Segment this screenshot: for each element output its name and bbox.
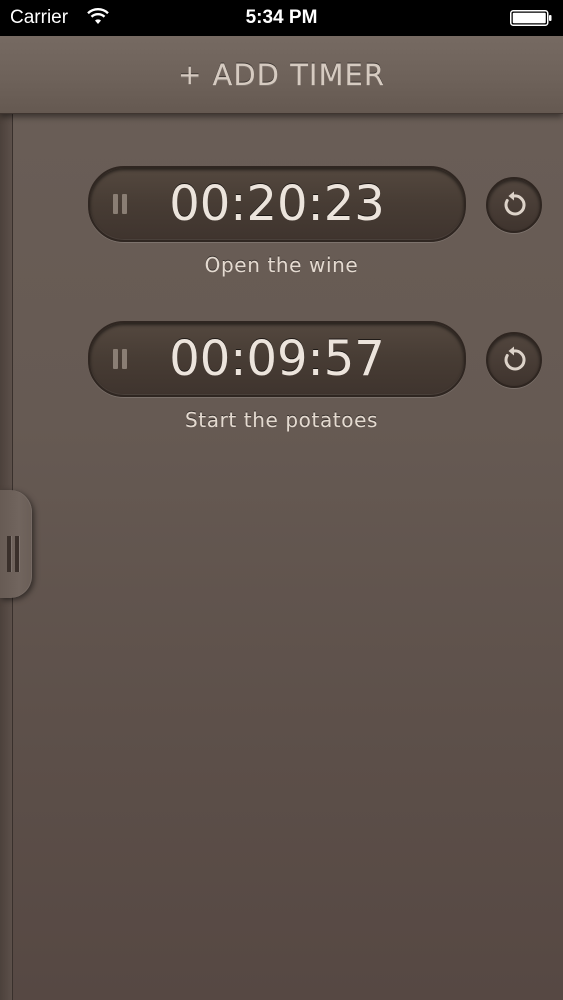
- pause-icon[interactable]: [112, 349, 128, 369]
- timer-label: Open the wine: [204, 253, 359, 277]
- timer-time: 00:20:23: [169, 176, 385, 232]
- timer-display[interactable]: 00:20:23: [88, 166, 466, 242]
- app-screen: + ADD TIMER 00:20:23 Open the wine 00:09…: [0, 36, 563, 1000]
- pause-icon[interactable]: [112, 194, 128, 214]
- battery-icon: [510, 10, 552, 26]
- status-bar: Carrier 5:34 PM: [0, 0, 563, 36]
- drawer-handle[interactable]: [0, 480, 34, 608]
- timer-item: 00:20:23 Open the wine: [0, 166, 563, 286]
- drawer-handle-icon: [6, 536, 22, 572]
- drawer-handle-tab: [0, 490, 32, 598]
- timer-item: 00:09:57 Start the potatoes: [0, 321, 563, 441]
- reset-icon: [504, 346, 526, 371]
- reset-button[interactable]: [486, 332, 542, 388]
- timer-time: 00:09:57: [169, 331, 385, 387]
- timers-panel: + ADD TIMER 00:20:23 Open the wine 00:09…: [0, 36, 563, 1000]
- add-timer-label: ADD TIMER: [212, 57, 385, 92]
- header-bar: + ADD TIMER: [0, 36, 563, 114]
- status-time: 5:34 PM: [245, 7, 318, 28]
- reset-button[interactable]: [486, 177, 542, 233]
- reset-icon: [504, 191, 526, 216]
- add-timer-button[interactable]: + ADD TIMER: [0, 36, 563, 113]
- plus-icon: +: [178, 58, 203, 91]
- timer-label: Start the potatoes: [184, 408, 379, 432]
- timer-display[interactable]: 00:09:57: [88, 321, 466, 397]
